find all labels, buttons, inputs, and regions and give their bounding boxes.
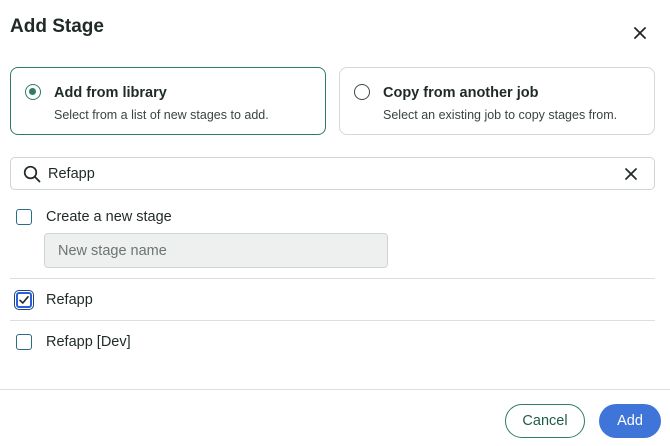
search-input[interactable]: Refapp <box>10 157 655 190</box>
checkmark-icon <box>19 296 29 304</box>
add-button[interactable]: Add <box>599 404 661 438</box>
close-icon <box>634 27 646 39</box>
radio-copy-from-another-job[interactable] <box>354 84 370 100</box>
search-icon <box>23 165 41 183</box>
divider <box>10 278 655 279</box>
option-title: Add from library <box>54 85 167 101</box>
create-stage-label: Create a new stage <box>46 209 172 225</box>
search-value: Refapp <box>48 166 95 182</box>
radio-dot <box>29 88 36 95</box>
clear-icon[interactable] <box>624 167 638 181</box>
close-button[interactable] <box>629 22 651 44</box>
cancel-button[interactable]: Cancel <box>505 404 585 438</box>
stage-checkbox-refapp-dev[interactable] <box>16 334 32 350</box>
radio-add-from-library[interactable] <box>25 84 41 100</box>
option-copy-from-another-job[interactable]: Copy from another job Select an existing… <box>339 67 655 135</box>
stage-checkbox-refapp[interactable] <box>16 292 32 308</box>
option-description: Select an existing job to copy stages fr… <box>383 108 618 122</box>
stage-label: Refapp [Dev] <box>46 334 131 350</box>
dialog-title: Add Stage <box>10 16 104 37</box>
new-stage-name-input[interactable] <box>44 233 388 268</box>
footer-divider <box>0 389 670 390</box>
divider <box>10 320 655 321</box>
option-description: Select from a list of new stages to add. <box>54 108 269 122</box>
option-add-from-library[interactable]: Add from library Select from a list of n… <box>10 67 326 135</box>
stage-label: Refapp <box>46 292 93 308</box>
option-title: Copy from another job <box>383 85 539 101</box>
create-stage-checkbox[interactable] <box>16 209 32 225</box>
